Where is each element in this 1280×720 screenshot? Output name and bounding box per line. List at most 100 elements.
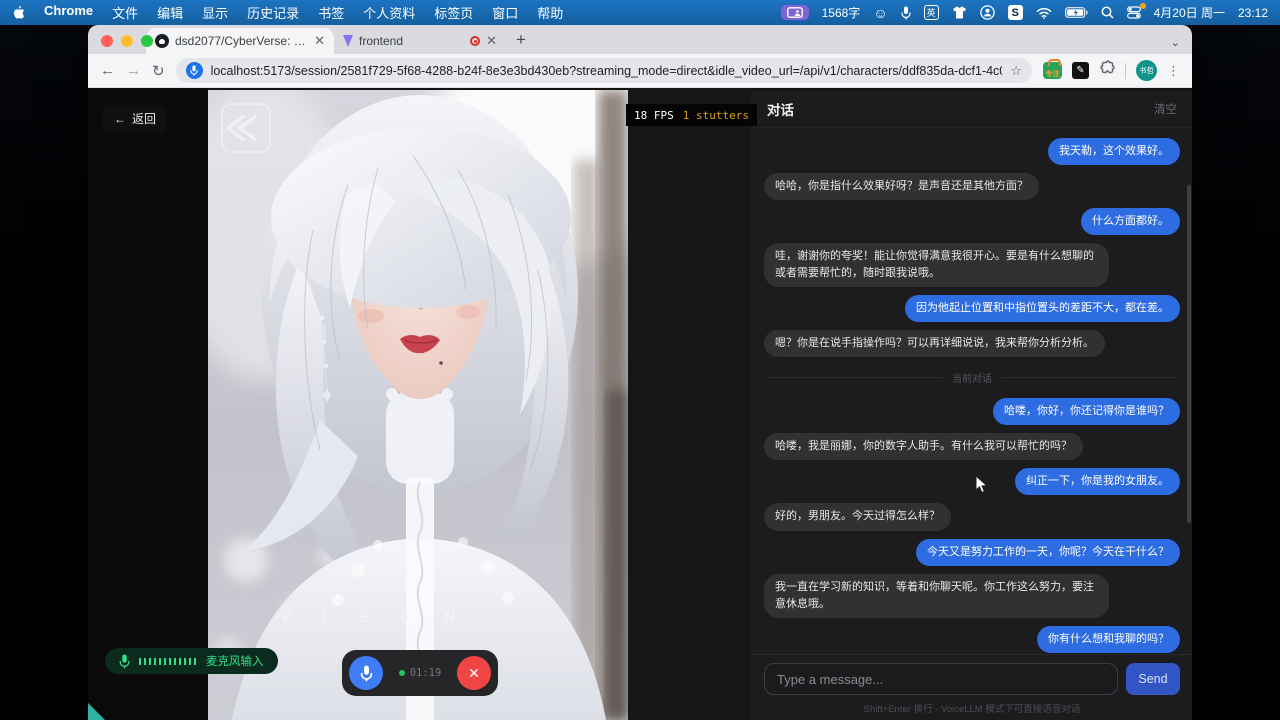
end-call-button[interactable]: ✕ — [457, 656, 491, 690]
browser-menu-icon[interactable]: ⋮ — [1167, 63, 1180, 79]
focus-extension-icon[interactable]: 专注 — [1043, 62, 1062, 79]
chat-message-bot: 好的，男朋友。今天过得怎么样？ — [764, 503, 951, 530]
forward-nav-button[interactable]: → — [126, 62, 141, 79]
tab-close-icon[interactable]: ✕ — [314, 33, 325, 49]
control-center-icon[interactable] — [1127, 6, 1141, 19]
mic-level-icon — [119, 654, 130, 669]
emoji-status-icon[interactable]: ☺ — [873, 5, 887, 21]
tab-overflow-chevron-icon[interactable]: ⌄ — [1171, 36, 1180, 49]
send-button[interactable]: Send — [1126, 663, 1180, 695]
profile-avatar[interactable]: 书哲 — [1136, 60, 1157, 81]
chat-title: 对话 — [767, 99, 794, 119]
message-input[interactable] — [764, 663, 1118, 695]
chat-message-bot: 哈喽，我是丽娜，你的数字人助手。有什么我可以帮忙的吗？ — [764, 433, 1083, 460]
vite-favicon — [343, 35, 353, 47]
tab-strip: dsd2077/CyberVerse: CyberV ✕ frontend ✕ … — [88, 25, 1192, 54]
chat-message-user: 因为他起止位置和中指位置头的差距不大，都在差。 — [905, 295, 1180, 322]
user-circle-icon[interactable] — [980, 5, 995, 20]
tab-mic-in-use-icon — [186, 62, 203, 79]
menubar-mic-icon[interactable] — [901, 6, 911, 20]
chat-scrollbar[interactable] — [1187, 185, 1191, 523]
menu-left: Chrome 文件编辑显示历史记录书签个人资料标签页窗口帮助 — [12, 3, 563, 22]
url-text[interactable]: localhost:5173/session/2581f729-5f68-428… — [211, 64, 1003, 78]
input-method-icon[interactable]: 英 — [924, 5, 939, 20]
s-app-icon[interactable]: S — [1008, 5, 1023, 20]
chat-session-divider: 当前对话 — [766, 370, 1178, 385]
bookmark-star-icon[interactable]: ☆ — [1010, 63, 1022, 79]
chat-messages: 我天勒，这个效果好。哈哈，你是指什么效果好呀？是声音还是其他方面？ 什么方面都好。… — [751, 128, 1192, 654]
new-tab-button[interactable]: + — [516, 30, 526, 50]
app-content: V I S O N ← 返回 18 FPS 1 stutters 麦克风输入 — [88, 88, 1192, 720]
video-watermark-text: V I S O N — [280, 609, 469, 626]
clear-chat-button[interactable]: 清空 — [1154, 101, 1177, 117]
menu-item[interactable]: 帮助 — [537, 3, 563, 22]
character-video[interactable]: V I S O N — [208, 90, 628, 720]
menu-item[interactable]: Chrome — [44, 3, 93, 22]
menu-item[interactable]: 窗口 — [492, 3, 518, 22]
chat-message-bot: 哇，谢谢你的夸奖！能让你觉得满意我很开心。要是有什么想聊的或者需要帮忙的，随时跟… — [764, 243, 1109, 287]
chat-panel: 对话 清空 我天勒，这个效果好。哈哈，你是指什么效果好呀？是声音还是其他方面？ 什… — [751, 90, 1192, 720]
menu-item[interactable]: 标签页 — [434, 3, 473, 22]
menu-item[interactable]: 书签 — [318, 3, 344, 22]
wifi-icon[interactable] — [1036, 7, 1052, 19]
mic-level-bars — [139, 658, 197, 665]
chat-message-bot: 哈哈，你是指什么效果好呀？是声音还是其他方面？ — [764, 173, 1039, 200]
tab-close-icon[interactable]: ✕ — [486, 33, 497, 49]
fps-value: 18 FPS — [634, 109, 674, 122]
fullscreen-window-button[interactable] — [141, 35, 153, 47]
menu-item[interactable]: 显示 — [202, 3, 228, 22]
mouse-cursor — [975, 475, 988, 499]
traffic-lights — [101, 35, 153, 47]
chat-message-user: 哈喽，你好，你还记得你是谁吗？ — [993, 398, 1180, 425]
browser-toolbar: ← → ↻ localhost:5173/session/2581f729-5f… — [88, 54, 1192, 88]
chat-message-user: 我天勒，这个效果好。 — [1048, 138, 1180, 165]
back-label: 返回 — [132, 110, 156, 127]
screenshot-extension-icon[interactable]: ✎ — [1072, 62, 1089, 79]
browser-window: dsd2077/CyberVerse: CyberV ✕ frontend ✕ … — [88, 25, 1192, 720]
github-favicon — [155, 34, 169, 48]
menu-item[interactable]: 编辑 — [157, 3, 183, 22]
mic-icon — [360, 665, 373, 682]
corner-accent — [88, 703, 105, 720]
screen: Chrome 文件编辑显示历史记录书签个人资料标签页窗口帮助 1568字 ☺ 英 … — [0, 0, 1280, 720]
screen-sharing-icon[interactable] — [781, 5, 809, 20]
menu-item[interactable]: 文件 — [112, 3, 138, 22]
minimize-window-button[interactable] — [121, 35, 133, 47]
mic-input-label: 麦克风输入 — [206, 653, 264, 669]
left-margin-column — [88, 88, 208, 720]
back-arrow-icon: ← — [114, 112, 126, 126]
stutter-value: 1 stutters — [683, 109, 749, 122]
macos-menubar: Chrome 文件编辑显示历史记录书签个人资料标签页窗口帮助 1568字 ☺ 英 … — [0, 0, 1280, 25]
reload-button[interactable]: ↻ — [152, 62, 165, 80]
apple-menu-icon[interactable] — [12, 5, 25, 20]
menu-item[interactable]: 历史记录 — [247, 3, 299, 22]
chat-input-row: Send — [751, 654, 1192, 697]
call-controls: 01:19 ✕ — [342, 650, 498, 696]
battery-charging-icon[interactable] — [1065, 7, 1088, 18]
menu-item[interactable]: 个人资料 — [363, 3, 415, 22]
tab-cyberverse[interactable]: dsd2077/CyberVerse: CyberV ✕ — [146, 28, 334, 54]
spotlight-search-icon[interactable] — [1101, 6, 1114, 19]
close-window-button[interactable] — [101, 35, 113, 47]
call-mic-button[interactable] — [349, 656, 383, 690]
toolbar-divider — [1125, 63, 1126, 79]
tab-title: dsd2077/CyberVerse: CyberV — [175, 34, 308, 48]
menu-items: Chrome 文件编辑显示历史记录书签个人资料标签页窗口帮助 — [44, 3, 563, 22]
call-timer: 01:19 — [410, 667, 442, 679]
back-button[interactable]: ← 返回 — [103, 105, 167, 132]
tshirt-icon[interactable] — [952, 6, 967, 19]
extensions-puzzle-icon[interactable] — [1099, 60, 1115, 81]
menubar-date[interactable]: 4月20日 周一 — [1154, 4, 1225, 21]
chat-header: 对话 清空 — [751, 90, 1192, 128]
menu-right: 1568字 ☺ 英 S — [781, 4, 1268, 21]
back-nav-button[interactable]: ← — [100, 62, 115, 79]
menubar-time[interactable]: 23:12 — [1238, 6, 1268, 20]
tab-frontend[interactable]: frontend ✕ — [334, 28, 506, 54]
fps-counter: 18 FPS 1 stutters — [626, 104, 757, 126]
address-bar[interactable]: localhost:5173/session/2581f729-5f68-428… — [176, 58, 1032, 83]
chat-message-user: 你有什么想和我聊的吗？ — [1037, 626, 1180, 653]
chat-message-user: 什么方面都好。 — [1081, 208, 1180, 235]
mic-input-indicator: 麦克风输入 — [105, 648, 278, 674]
character-portrait: V I S O N — [208, 90, 628, 720]
middle-gap-column — [628, 88, 751, 720]
